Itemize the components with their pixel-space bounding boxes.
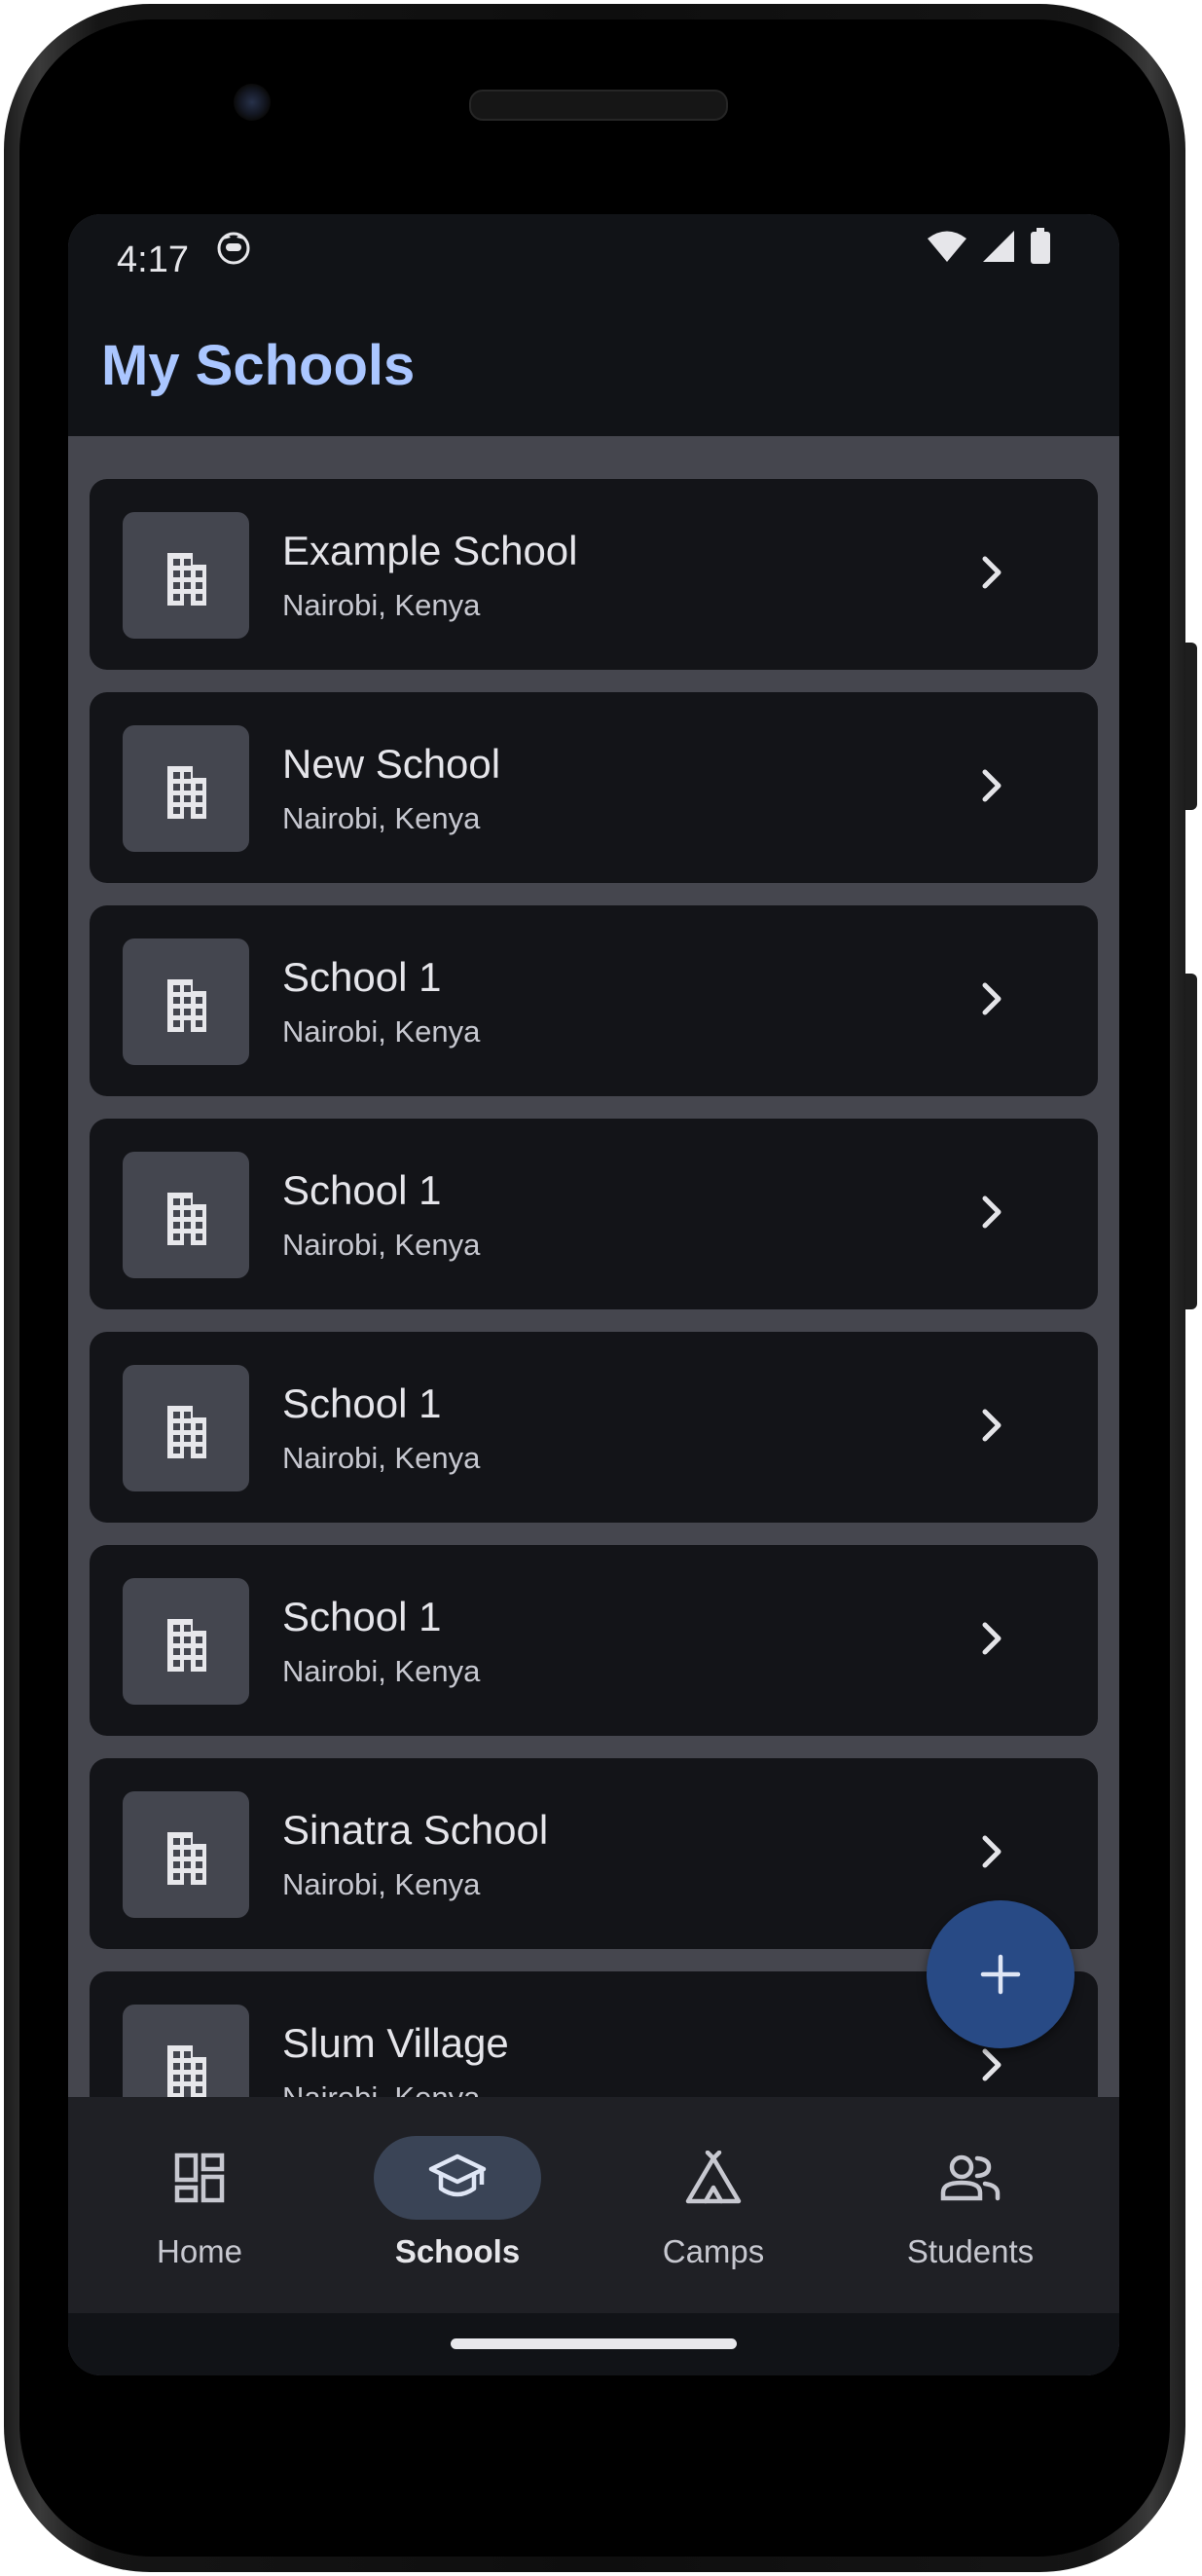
school-card[interactable]: Example School Nairobi, Kenya (90, 479, 1098, 670)
battery-icon (1030, 228, 1051, 270)
nav-item-students[interactable]: Students (839, 2097, 1102, 2313)
status-time: 4:17 (117, 239, 189, 280)
signal-icon (981, 230, 1016, 268)
nav-label-schools: Schools (394, 2233, 521, 2269)
tent-icon (685, 2151, 742, 2204)
school-name: School 1 (282, 1380, 442, 1426)
nav-pill (630, 2136, 797, 2220)
school-thumbnail (123, 725, 249, 852)
top-app-bar: My Schools (68, 321, 1119, 436)
building-icon (154, 970, 218, 1034)
school-thumbnail (123, 938, 249, 1065)
school-thumbnail (123, 1791, 249, 1918)
status-bar: 4:17 (68, 214, 1119, 321)
nav-pill (116, 2136, 283, 2220)
building-icon (154, 1396, 218, 1460)
school-thumbnail (123, 512, 249, 639)
school-name: New School (282, 741, 501, 787)
school-name: Example School (282, 528, 578, 573)
bottom-navigation: Home Schools Camps Students (68, 2097, 1119, 2313)
nav-item-camps[interactable]: Camps (582, 2097, 845, 2313)
front-camera (234, 84, 271, 121)
school-card[interactable]: School 1 Nairobi, Kenya (90, 1545, 1098, 1736)
status-icons (927, 228, 1051, 270)
school-thumbnail (123, 1578, 249, 1705)
school-name: School 1 (282, 1594, 442, 1639)
home-gesture-bar[interactable] (451, 2338, 737, 2349)
school-location: Nairobi, Kenya (282, 1867, 481, 1901)
school-name: School 1 (282, 954, 442, 1000)
school-location: Nairobi, Kenya (282, 1228, 481, 1262)
nav-item-schools[interactable]: Schools (326, 2097, 589, 2313)
school-name: School 1 (282, 1167, 442, 1213)
chevron-right-icon (977, 764, 1006, 812)
school-location: Nairobi, Kenya (282, 801, 481, 835)
people-icon (940, 2154, 1001, 2201)
school-card[interactable]: New School Nairobi, Kenya (90, 692, 1098, 883)
school-name: Slum Village (282, 2020, 509, 2066)
chevron-right-icon (977, 1830, 1006, 1878)
nav-label-home: Home (156, 2233, 243, 2269)
building-icon (154, 2036, 218, 2100)
school-location: Nairobi, Kenya (282, 1014, 481, 1049)
school-icon (428, 2153, 487, 2197)
nav-item-home[interactable]: Home (68, 2097, 331, 2313)
gesture-area (68, 2313, 1119, 2375)
building-icon (154, 1822, 218, 1887)
school-name: Sinatra School (282, 1807, 549, 1853)
school-thumbnail (123, 1152, 249, 1278)
school-location: Nairobi, Kenya (282, 1654, 481, 1688)
page-title: My Schools (101, 334, 416, 397)
nav-pill-active (374, 2136, 541, 2220)
nav-pill (887, 2136, 1054, 2220)
school-card[interactable]: Sinatra School Nairobi, Kenya (90, 1758, 1098, 1949)
power-button (1185, 974, 1197, 1309)
chevron-right-icon (977, 977, 1006, 1025)
chevron-right-icon (977, 1404, 1006, 1452)
wifi-icon (927, 230, 967, 268)
chevron-right-icon (977, 551, 1006, 599)
chevron-right-icon (977, 1617, 1006, 1665)
school-location: Nairobi, Kenya (282, 1441, 481, 1475)
building-icon (154, 1609, 218, 1674)
building-icon (154, 1183, 218, 1247)
school-thumbnail (123, 1365, 249, 1491)
earpiece-speaker (469, 90, 728, 121)
dashboard-icon (174, 2153, 225, 2203)
school-location: Nairobi, Kenya (282, 588, 481, 622)
chevron-right-icon (977, 2043, 1006, 2091)
add-school-button[interactable] (927, 1900, 1075, 2048)
nav-label-camps: Camps (662, 2233, 765, 2269)
school-card[interactable]: School 1 Nairobi, Kenya (90, 1332, 1098, 1523)
plus-icon (980, 1954, 1021, 1995)
face-icon (216, 230, 251, 270)
app-screen: 4:17 My Schools Example School Nairobi, K… (68, 214, 1119, 2375)
chevron-right-icon (977, 1191, 1006, 1238)
nav-label-students: Students (906, 2233, 1035, 2269)
school-card[interactable]: School 1 Nairobi, Kenya (90, 1119, 1098, 1309)
volume-button (1185, 643, 1197, 810)
school-card[interactable]: School 1 Nairobi, Kenya (90, 905, 1098, 1096)
building-icon (154, 543, 218, 607)
building-icon (154, 756, 218, 821)
